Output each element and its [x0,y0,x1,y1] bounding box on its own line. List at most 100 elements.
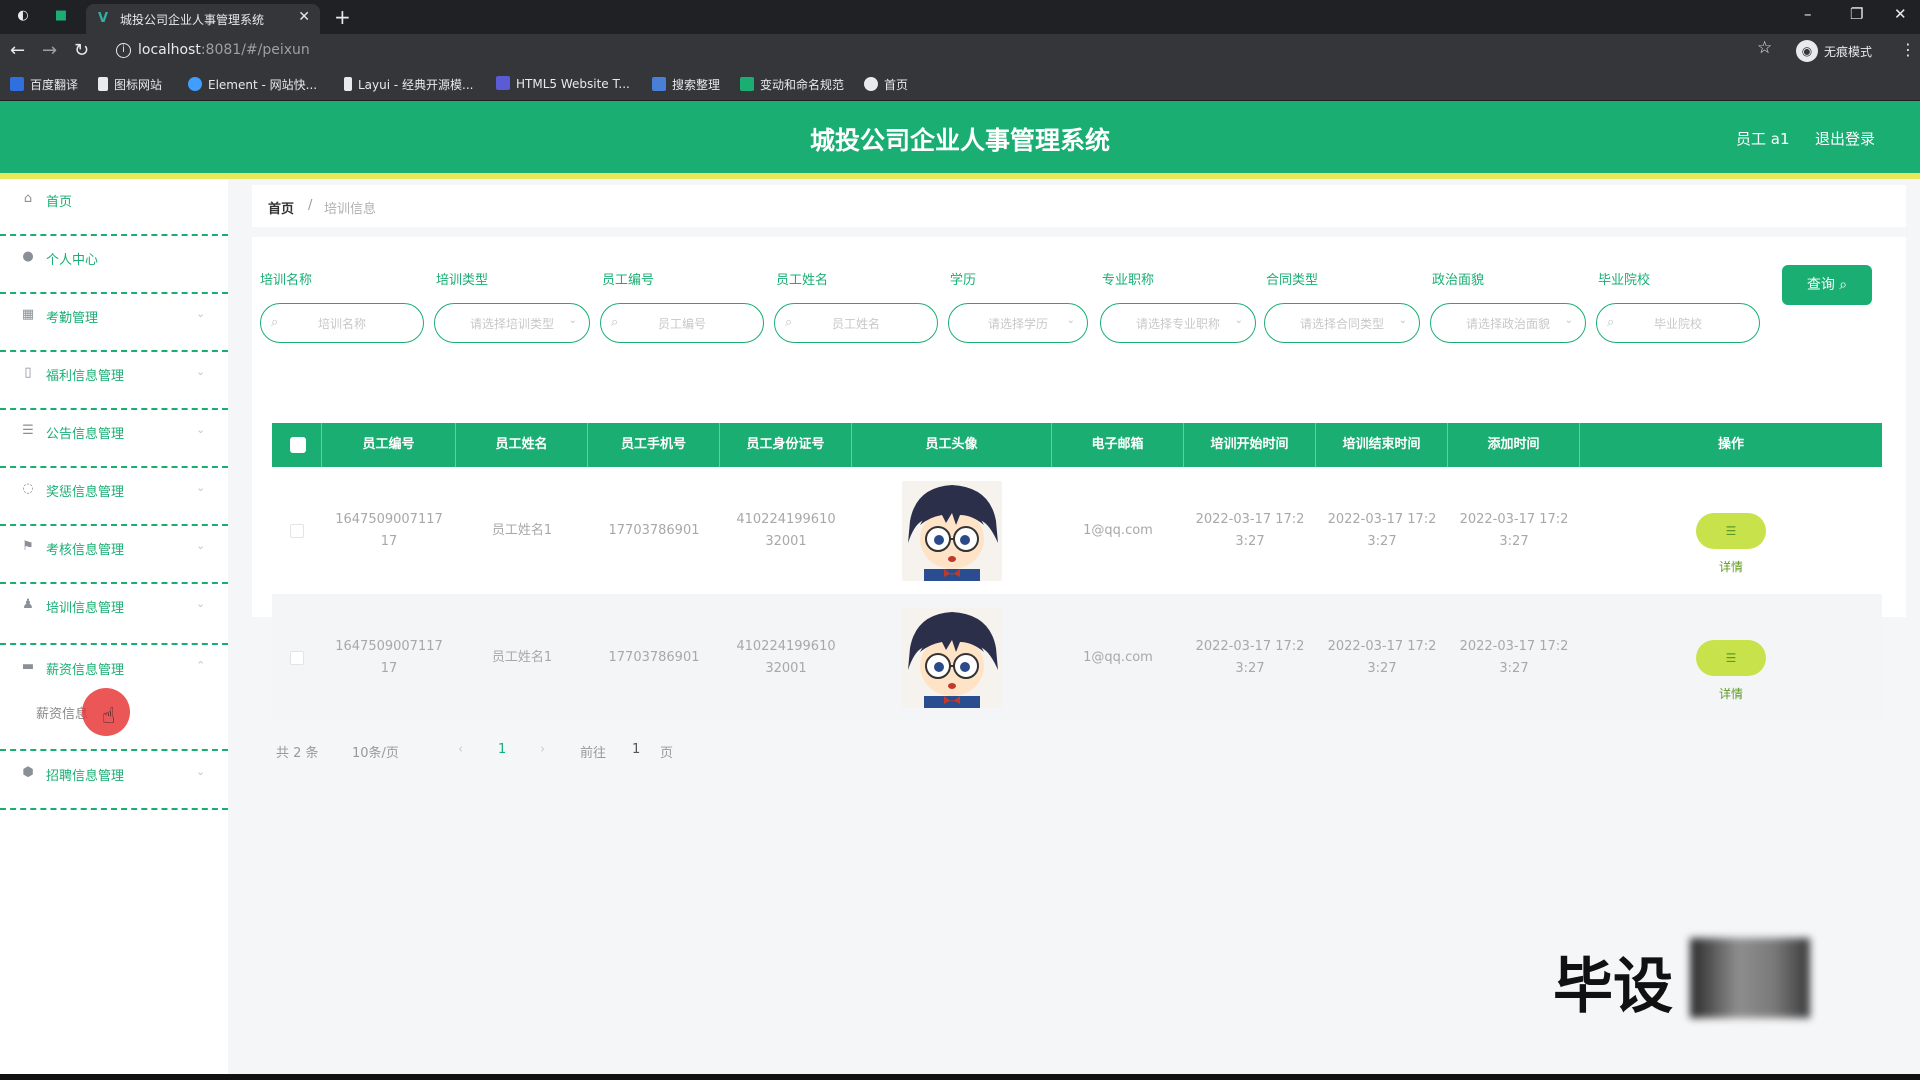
app-title: 城投公司企业人事管理系统 [809,126,1110,155]
chevron-down-icon: ⌄ [196,307,206,320]
bookmark-item[interactable]: 图标网站 [98,76,162,93]
bookmark-item[interactable]: 百度翻译 [10,76,78,93]
chevron-down-icon: ⌄ [1234,315,1243,326]
sidebar-item-label: 奖惩信息管理 [46,485,125,500]
sidebar-item-notice[interactable]: ☰ 公告信息管理 ⌄ [0,411,228,468]
table-row[interactable]: 1647509007117 17 员工姓名1 17703786901 410224… [272,594,1882,721]
avatar[interactable] [902,607,1002,708]
extension-icon[interactable]: ■ [52,7,70,25]
table-row[interactable]: 1647509007117 17 员工姓名1 17703786901 410224… [272,467,1882,594]
back-icon[interactable]: ← [10,40,25,61]
sidebar-item-training[interactable]: ♟ 培训信息管理 ⌄ [0,585,228,645]
political-status-select[interactable]: 请选择政治面貌 ⌄ [1430,303,1586,343]
bookmark-item[interactable]: Element - 网站快... [188,76,317,93]
bookmark-star-icon[interactable]: ☆ [1757,38,1772,58]
training-type-select[interactable]: 请选择培训类型 ⌄ [434,303,590,343]
next-page-icon[interactable]: › [540,742,545,757]
start-time-cell: 2022-03-17 17:2 3:27 [1195,511,1305,549]
row-checkbox[interactable] [290,650,304,665]
sidebar-item-home[interactable]: ⌂ 首页 [0,179,228,236]
filter-label: 培训名称 [260,273,313,288]
close-icon[interactable]: ✕ [298,9,310,25]
sidebar-item-label: 福利信息管理 [46,369,125,384]
employee-no-input[interactable]: ⌕ 员工编号 [600,303,764,343]
sidebar-item-recruit[interactable]: ⬢ 招聘信息管理 ⌄ [0,753,228,810]
education-select[interactable]: 请选择学历 ⌄ [948,303,1088,343]
sidebar-item-assessment[interactable]: ⚑ 考核信息管理 ⌄ [0,527,228,584]
grid-icon: ▦ [21,307,35,322]
pagination-total: 共 2 条 [276,746,319,761]
minimize-icon[interactable]: – [1804,5,1812,23]
chevron-down-icon: ⌄ [568,315,577,326]
query-button[interactable]: 查询 ⌕ [1782,265,1872,305]
select-all-checkbox[interactable] [290,437,306,453]
phone-cell: 17703786901 [608,522,700,538]
employee-name-input[interactable]: ⌕ 员工姓名 [774,303,938,343]
logout-link[interactable]: 退出登录 [1815,128,1875,149]
browser-tab[interactable]: V 城投公司企业人事管理系统 ✕ [86,4,320,34]
filter-label: 合同类型 [1266,273,1319,288]
list-icon: ☰ [22,423,34,438]
row-checkbox[interactable] [290,523,304,538]
browser-menu-icon[interactable]: ◐ [14,7,32,25]
bookmark-item[interactable]: 首页 [864,76,908,93]
employee-no-cell: 1647509007117 17 [335,511,443,549]
filter-label: 专业职称 [1102,273,1155,288]
info-icon[interactable]: i [116,43,131,58]
url-text: localhost:8081/#/peixun [138,42,310,58]
breadcrumb: 首页 / 培训信息 [252,185,1906,227]
browser-tab-strip: ◐ ■ V 城投公司企业人事管理系统 ✕ + – ❐ ✕ [0,0,1920,34]
person-icon: ♟ [22,597,34,612]
bookmark-item[interactable]: Layui - 经典开源模... [344,76,473,93]
training-name-input[interactable]: ⌕ 培训名称 [260,303,424,343]
restore-icon[interactable]: ❐ [1850,5,1863,23]
flag-favicon-icon [98,77,108,91]
watermark: 毕设 [1553,952,1673,1022]
reload-icon[interactable]: ↻ [74,40,89,61]
omnibox[interactable]: i localhost:8081/#/peixun [110,38,1770,64]
sidebar-item-reward[interactable]: ◌ 奖惩信息管理 ⌄ [0,469,228,526]
sidebar-item-profile[interactable]: ● 个人中心 [0,237,228,294]
school-input[interactable]: ⌕ 毕业院校 [1596,303,1760,343]
element-favicon-icon [188,77,202,91]
prev-page-icon[interactable]: ‹ [458,742,463,757]
title-select[interactable]: 请选择专业职称 ⌄ [1100,303,1256,343]
start-time-cell: 2022-03-17 17:2 3:27 [1195,638,1305,676]
id-card-cell: 410224199610 32001 [736,638,836,676]
forward-icon[interactable]: → [42,40,57,61]
sidebar-item-welfare[interactable]: ▯ 福利信息管理 ⌄ [0,353,228,410]
page-size-select[interactable]: 10条/页 [352,742,399,761]
employee-name-cell: 员工姓名1 [491,522,553,538]
select-all-cell [272,423,322,467]
detail-button[interactable]: ☰ 详情 [1696,639,1766,701]
action-cell: ☰ 详情 [1580,467,1882,594]
breadcrumb-home[interactable]: 首页 [268,198,294,217]
avatar-cell [852,467,1052,594]
bottom-edge [0,1074,1920,1080]
address-bar: ← → ↻ i localhost:8081/#/peixun [0,34,1920,68]
filter-label: 毕业院校 [1598,273,1651,288]
new-tab-icon[interactable]: + [334,5,351,29]
avatar[interactable] [902,480,1002,581]
hand-cursor-icon: ☝ [102,704,116,729]
contract-type-select[interactable]: 请选择合同类型 ⌄ [1264,303,1420,343]
sidebar-item-label: 薪资信息管理 [46,663,125,678]
more-icon[interactable]: ⋮ [1900,40,1916,59]
page-number[interactable]: 1 [498,742,506,757]
row-select-cell [272,594,322,721]
sidebar-item-attendance[interactable]: ▦ 考勤管理 ⌄ [0,295,228,352]
bookmark-item[interactable]: 搜索整理 [652,76,720,93]
bookmark-item[interactable]: 变动和命名规范 [740,76,844,93]
incognito-label: 无痕模式 [1824,45,1873,59]
window-close-icon[interactable]: ✕ [1894,5,1907,23]
column-header: 添加时间 [1448,423,1580,467]
goto-input[interactable]: 1 [632,742,640,757]
user-icon: ● [22,249,34,264]
shield-icon: ⬢ [22,765,34,780]
column-header: 员工身份证号 [720,423,852,467]
blurred-watermark-area [1690,938,1810,1018]
detail-button[interactable]: ☰ 详情 [1696,512,1766,574]
bookmark-item[interactable]: HTML5 Website T... [496,76,630,91]
submenu-item-salary[interactable]: 薪资信息 [36,703,88,722]
column-header: 培训结束时间 [1316,423,1448,467]
